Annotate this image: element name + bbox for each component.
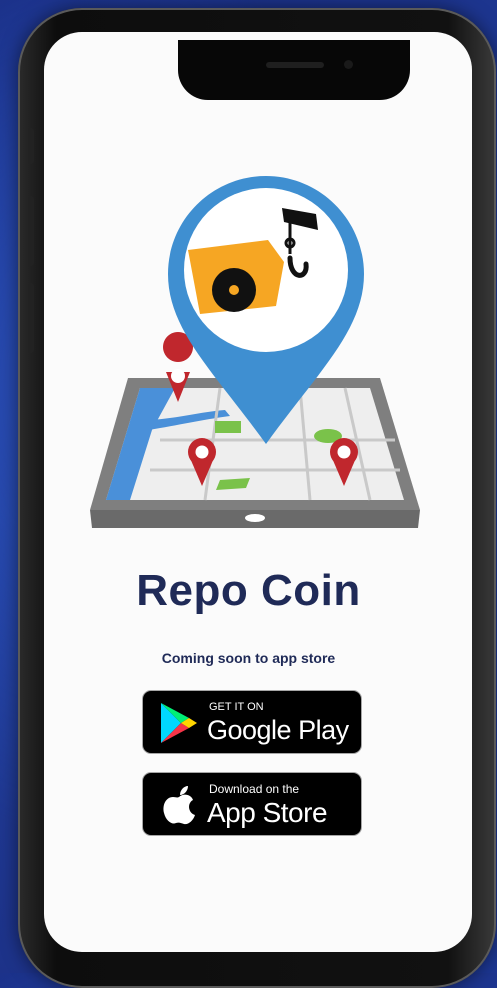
google-play-small-text: GET IT ON — [209, 701, 264, 713]
google-play-button[interactable]: GET IT ON Google Play — [142, 690, 362, 754]
google-play-icon — [161, 703, 197, 743]
coming-soon-text: Coming soon to app store — [161, 650, 336, 666]
app-title: Repo Coin — [136, 566, 361, 615]
app-store-label: App Store — [207, 797, 328, 828]
app-store-button[interactable]: Download on the App Store — [142, 772, 362, 836]
app-store-small-text: Download on the — [209, 782, 300, 796]
app-logo-illustration — [90, 176, 420, 528]
google-play-label: Google Play — [207, 715, 349, 745]
apple-icon — [163, 786, 195, 825]
